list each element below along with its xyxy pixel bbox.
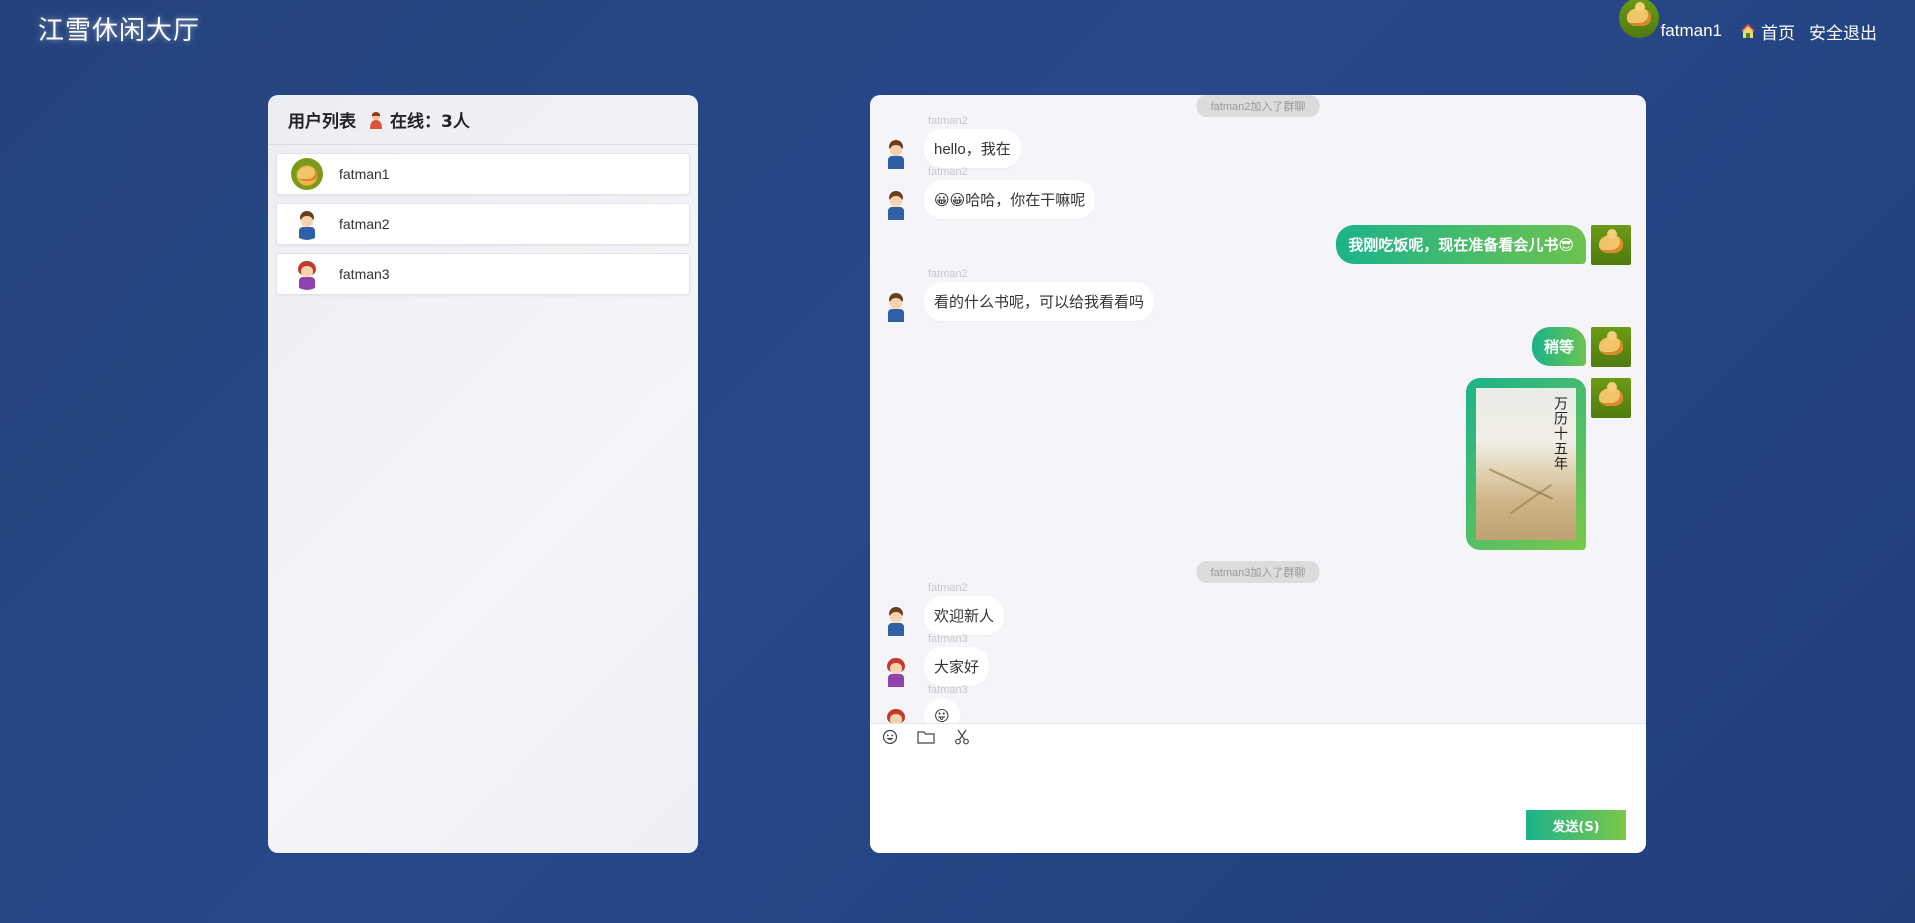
message-left: fatman3 😛	[880, 684, 968, 723]
current-user-avatar[interactable]	[1618, 0, 1659, 38]
message-list: fatman2加入了群聊 fatman2 hello，我在 fatman2 😀😀…	[870, 95, 1646, 723]
message-bubble: 看的什么书呢，可以给我看看吗	[924, 282, 1155, 321]
system-message: fatman3加入了群聊	[1196, 561, 1320, 583]
current-user-name: fatman1	[1660, 21, 1722, 40]
user-list: fatman1 fatman2 fatman3	[268, 145, 698, 311]
message-bubble: 我刚吃饭呢，现在准备看会儿书😎	[1336, 225, 1586, 264]
fatman3-avatar	[291, 258, 323, 290]
home-link[interactable]: 首页	[1740, 19, 1795, 44]
user-name: fatman1	[339, 166, 390, 182]
message-bubble: 欢迎新人	[924, 596, 1005, 635]
image-bubble[interactable]: 万历十五年	[1466, 378, 1586, 550]
message-left: fatman2 看的什么书呢，可以给我看看吗	[880, 268, 1155, 330]
message-right: 我刚吃饭呢，现在准备看会儿书😎	[1336, 225, 1631, 265]
message-right-image: 万历十五年	[1466, 378, 1631, 550]
user-list-header: 用户列表 在线：3人	[268, 95, 698, 145]
fatman1-avatar	[1591, 378, 1631, 418]
send-button[interactable]: 发送(S)	[1526, 810, 1626, 840]
user-list-panel: 用户列表 在线：3人 fatman1 fatman2 fatman3	[268, 95, 698, 853]
logout-link[interactable]: 安全退出	[1809, 19, 1877, 44]
user-name: fatman3	[339, 266, 390, 282]
message-right: 稍等	[1531, 327, 1631, 367]
sender-name: fatman2	[928, 115, 968, 127]
book-title: 万历十五年	[1552, 396, 1568, 471]
emoji-icon[interactable]	[880, 728, 900, 746]
fatman1-avatar	[291, 158, 323, 190]
message-bubble: 大家好	[924, 647, 990, 686]
top-nav: fatman1 首页 安全退出	[1618, 0, 1877, 62]
sender-name: fatman2	[928, 582, 968, 594]
message-input[interactable]	[880, 750, 1630, 810]
book-cover-image: 万历十五年	[1476, 388, 1576, 540]
message-composer: 发送(S)	[870, 723, 1646, 853]
user-item-fatman1[interactable]: fatman1	[276, 153, 690, 195]
sender-name: fatman3	[928, 684, 968, 696]
fatman2-avatar	[880, 188, 918, 228]
message-bubble: 😀😀哈哈，你在干嘛呢	[924, 180, 1096, 219]
sender-name: fatman2	[928, 166, 968, 178]
message-bubble: 😛	[924, 698, 960, 723]
app-title: 江雪休闲大厅	[38, 16, 201, 46]
user-name: fatman2	[339, 216, 390, 232]
home-icon	[1741, 24, 1755, 38]
user-item-fatman2[interactable]: fatman2	[276, 203, 690, 245]
chat-panel: fatman2加入了群聊 fatman2 hello，我在 fatman2 😀😀…	[870, 95, 1646, 853]
message-left: fatman2 😀😀哈哈，你在干嘛呢	[880, 166, 1096, 228]
fatman1-avatar	[1591, 225, 1631, 265]
message-bubble: 稍等	[1531, 327, 1586, 366]
fatman1-avatar	[1591, 327, 1631, 367]
message-bubble: hello，我在	[924, 129, 1021, 168]
online-count: 在线：3人	[390, 112, 470, 132]
sender-name: fatman2	[928, 268, 968, 280]
online-user-icon	[370, 111, 382, 129]
user-item-fatman3[interactable]: fatman3	[276, 253, 690, 295]
composer-toolbar	[870, 724, 1646, 746]
sender-name: fatman3	[928, 633, 968, 645]
system-message: fatman2加入了群聊	[1196, 95, 1320, 117]
home-label: 首页	[1761, 23, 1795, 43]
user-list-title: 用户列表	[288, 112, 356, 132]
fatman2-avatar	[880, 290, 918, 330]
folder-icon[interactable]	[916, 728, 936, 746]
fatman2-avatar	[291, 208, 323, 240]
scissors-icon[interactable]	[952, 728, 972, 746]
fatman3-avatar	[880, 706, 918, 723]
